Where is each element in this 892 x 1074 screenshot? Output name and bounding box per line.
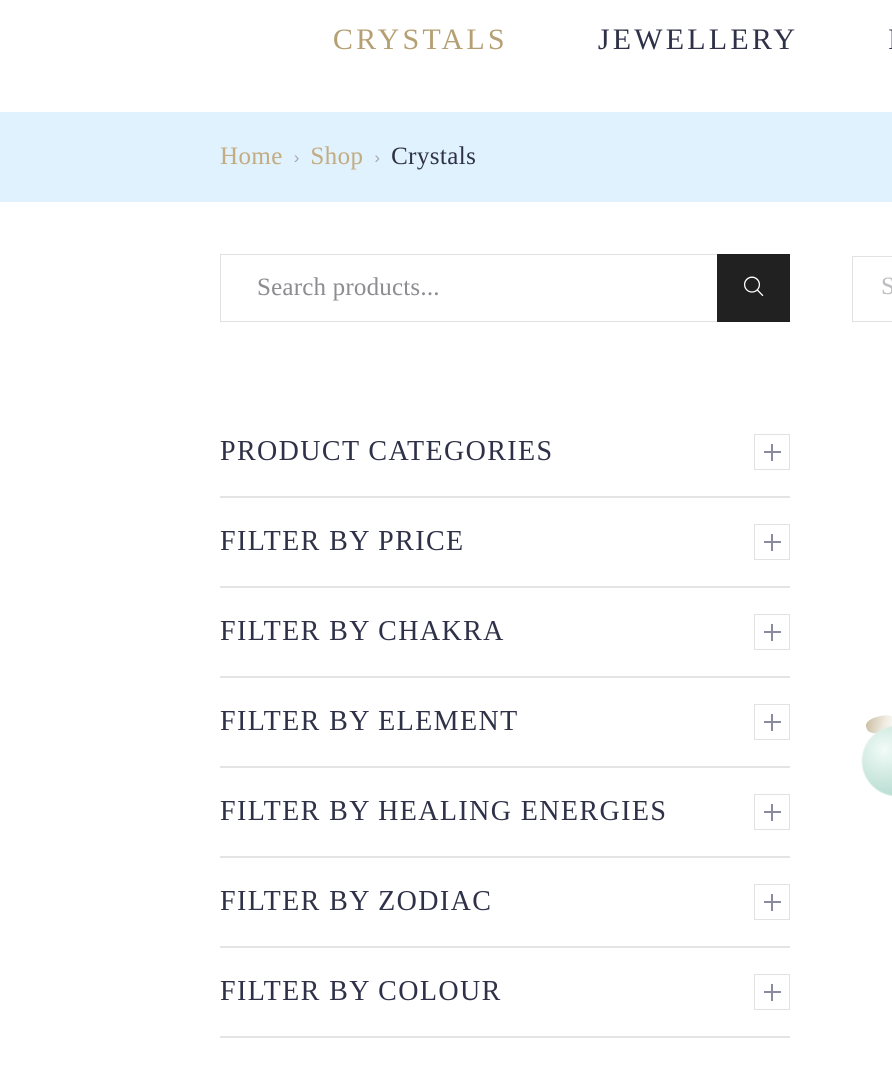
filter-label: FILTER BY ZODIAC xyxy=(220,886,493,917)
filter-row-price[interactable]: FILTER BY PRICE xyxy=(220,498,790,588)
filter-label: FILTER BY CHAKRA xyxy=(220,616,505,647)
plus-icon[interactable] xyxy=(754,524,790,560)
top-navigation-items: CRYSTALS JEWELLERY HO xyxy=(0,0,892,112)
breadcrumb: Home › Shop › Crystals xyxy=(220,112,476,202)
plus-icon[interactable] xyxy=(754,614,790,650)
filter-row-element[interactable]: FILTER BY ELEMENT xyxy=(220,678,790,768)
nav-item-jewellery[interactable]: JEWELLERY xyxy=(598,20,798,60)
filter-label: FILTER BY PRICE xyxy=(220,526,465,557)
nav-item-home-partial[interactable]: HO xyxy=(888,20,892,60)
search-icon xyxy=(739,272,769,305)
secondary-search-placeholder: Search... xyxy=(881,273,892,301)
top-navigation: CRYSTALS JEWELLERY HO xyxy=(0,0,892,112)
page-root: CRYSTALS JEWELLERY HO Home › Shop › Crys… xyxy=(0,0,892,1074)
filter-row-chakra[interactable]: FILTER BY CHAKRA xyxy=(220,588,790,678)
breadcrumb-bar: Home › Shop › Crystals xyxy=(0,112,892,202)
filter-row-product-categories[interactable]: PRODUCT CATEGORIES xyxy=(220,408,790,498)
search-input[interactable] xyxy=(220,254,717,322)
product-search-form xyxy=(220,254,790,322)
crystal-sphere-thumbnail[interactable] xyxy=(862,726,892,796)
plus-icon[interactable] xyxy=(754,794,790,830)
filter-label: FILTER BY HEALING ENERGIES xyxy=(220,796,668,827)
nav-item-crystals[interactable]: CRYSTALS xyxy=(333,20,508,60)
plus-icon[interactable] xyxy=(754,704,790,740)
plus-icon[interactable] xyxy=(754,434,790,470)
filter-accordion: PRODUCT CATEGORIES FILTER BY PRICE FILTE… xyxy=(220,408,790,1038)
breadcrumb-item-shop[interactable]: Shop xyxy=(310,143,363,171)
plus-icon[interactable] xyxy=(754,974,790,1010)
breadcrumb-item-crystals: Crystals xyxy=(391,143,477,170)
filter-row-healing-energies[interactable]: FILTER BY HEALING ENERGIES xyxy=(220,768,790,858)
filter-label: FILTER BY COLOUR xyxy=(220,976,502,1007)
breadcrumb-separator-icon: › xyxy=(374,148,381,167)
filter-row-colour[interactable]: FILTER BY COLOUR xyxy=(220,948,790,1038)
filter-label: FILTER BY ELEMENT xyxy=(220,706,519,737)
breadcrumb-item-home[interactable]: Home xyxy=(220,143,283,171)
plus-icon[interactable] xyxy=(754,884,790,920)
secondary-search-input-partial[interactable]: Search... xyxy=(852,256,892,322)
search-submit-button[interactable] xyxy=(717,254,790,322)
filter-row-zodiac[interactable]: FILTER BY ZODIAC xyxy=(220,858,790,948)
breadcrumb-separator-icon: › xyxy=(293,148,300,167)
filter-label: PRODUCT CATEGORIES xyxy=(220,436,554,467)
